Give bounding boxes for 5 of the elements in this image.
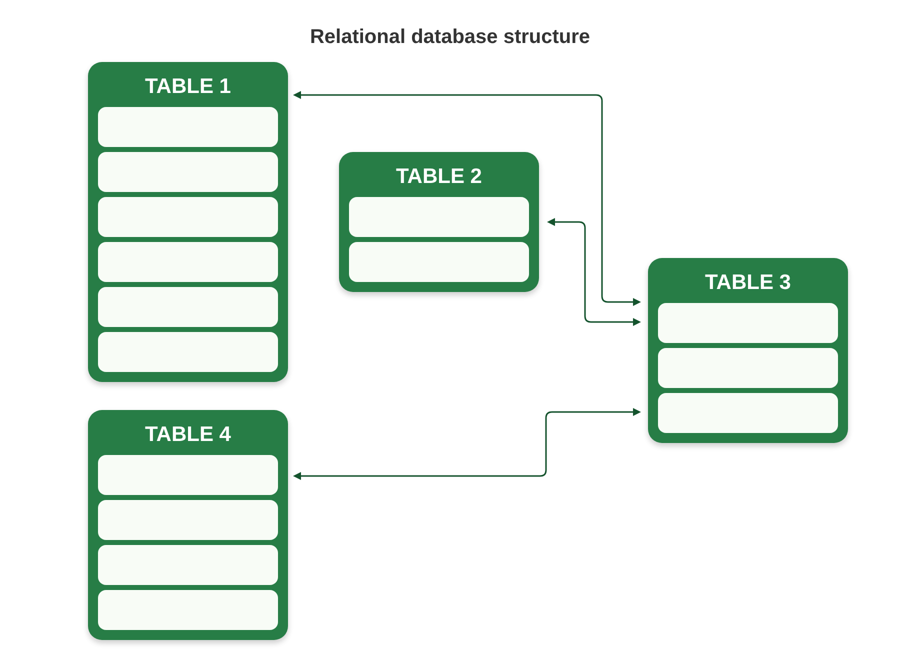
table-title: TABLE 1 <box>144 74 232 100</box>
diagram-title: Relational database structure <box>308 25 592 50</box>
table-title: TABLE 4 <box>144 422 232 448</box>
table-title: TABLE 2 <box>395 164 483 190</box>
table-title: TABLE 3 <box>704 270 792 296</box>
